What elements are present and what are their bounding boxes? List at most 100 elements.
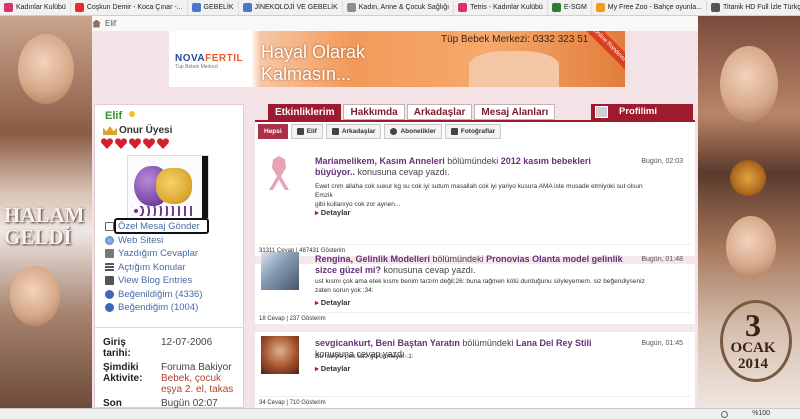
activity-topic-link[interactable]: Lana Del Rey Stili xyxy=(516,338,592,348)
favicon-icon xyxy=(346,3,356,12)
profile-link[interactable]: Web Sitesi xyxy=(105,235,163,246)
activity-filters: Hepsi Elif Arkadaşlar Abonelikler Fotoğrafla… xyxy=(258,124,504,139)
left-banner-ad[interactable]: HALAM GELDİ xyxy=(0,16,92,408)
profile-name[interactable]: Elif xyxy=(105,110,122,122)
profile-tabs: Etkinliklerim Hakkımda Arkadaşlar Mesaj Ala… xyxy=(268,104,557,120)
bookmark-label: GEBELİK xyxy=(203,4,234,11)
bookmarks-bar: Kadınlar Kulübü Coşkun Demir - Koca Çınar… xyxy=(0,0,800,16)
activity-text: bölümündeki xyxy=(444,156,501,166)
profile-link[interactable]: Beğenildiğim (4336) xyxy=(105,289,203,300)
activity-forum-link[interactable]: Bebek, çocuk xyxy=(161,373,233,384)
heart-icon xyxy=(157,138,169,149)
tab-item[interactable]: Arkadaşlar xyxy=(406,104,473,120)
avatar[interactable] xyxy=(127,155,209,219)
right-banner-ad[interactable]: 3 OCAK 2014 xyxy=(698,16,800,408)
joined-label: Giriş tarihi: xyxy=(103,337,131,359)
ad-logo: NOVAFERTIL xyxy=(175,53,244,64)
friends-icon xyxy=(331,128,339,135)
profile-rank: Onur Üyesi xyxy=(119,125,173,136)
activity-stats: 34 Cevap | 710 Gösterim xyxy=(259,396,691,408)
bookmark-item[interactable]: GEBELİK xyxy=(188,0,239,15)
activity-time: Bugün, 02:03 xyxy=(641,158,683,165)
user-icon xyxy=(296,128,304,135)
profile-link[interactable]: Yazdığım Cevaplar xyxy=(105,248,198,259)
avatar-border xyxy=(202,156,208,218)
heart-icon xyxy=(129,138,141,149)
activity-stats: 18 Cevap | 237 Gösterim xyxy=(259,312,691,324)
banner-date: 3 OCAK 2014 xyxy=(718,300,792,382)
bookmark-label: E-SGM xyxy=(563,4,587,11)
ad-photo xyxy=(469,51,559,87)
filter-button[interactable]: Abonelikler xyxy=(384,124,442,139)
heart-icon xyxy=(143,138,155,149)
activity-forum-link-2[interactable]: eşya 2. el, takas xyxy=(161,384,233,395)
bookmark-item[interactable]: Coşkun Demir - Koca Çınar -... xyxy=(71,0,188,15)
portrait-photo xyxy=(10,266,60,326)
top-ad-banner[interactable]: NOVAFERTIL Tüp Bebek Merkezi Hayal Olara… xyxy=(169,31,625,87)
activity-item: Mariamelikem, Kasım Anneleri bölümündeki… xyxy=(255,146,695,264)
portrait-photo xyxy=(726,216,776,278)
avatar-beads xyxy=(132,206,196,216)
filter-button[interactable]: Fotoğraflar xyxy=(444,124,502,139)
portrait-photo xyxy=(18,34,74,104)
filter-button[interactable]: Arkadaşlar xyxy=(325,124,382,139)
bookmark-label: My Free Zoo - Bahçe oyunla... xyxy=(607,4,702,11)
activity-text: bölümündeki xyxy=(430,254,487,264)
user-thumbnail[interactable] xyxy=(261,252,299,290)
user-thumbnail[interactable] xyxy=(261,336,299,374)
activity-user-link[interactable]: Mariamelikem, Kasım Anneleri xyxy=(315,156,445,166)
filter-button[interactable]: Elif xyxy=(290,124,323,139)
details-link[interactable]: Detaylar xyxy=(315,364,351,373)
mail-icon xyxy=(105,222,114,231)
activity-label: Şimdiki Aktivite: xyxy=(103,362,143,384)
bookmark-item[interactable]: JİNEKOLOJİ VE GEBELİK xyxy=(239,0,343,15)
bookmark-item[interactable]: Kadınlar Kulübü xyxy=(0,0,71,15)
bookmark-item[interactable]: Titanik HD Full İzle Türkçe D... xyxy=(707,1,800,15)
profile-link[interactable]: View Blog Entries xyxy=(105,275,192,286)
heart-icon xyxy=(115,138,127,149)
filter-label: Abonelikler xyxy=(400,128,436,135)
edit-profile-button[interactable]: Profilimi Düzenle xyxy=(591,104,693,133)
activity-user-link[interactable]: sevgicankurt, Beni Baştan Yaratın xyxy=(315,338,460,348)
bookmark-item[interactable]: Kadın, Anne & Çocuk Sağlığı xyxy=(343,0,455,15)
blog-icon xyxy=(105,276,114,285)
favicon-icon xyxy=(191,3,201,12)
zoom-icon[interactable] xyxy=(721,411,728,418)
details-link[interactable]: Detaylar xyxy=(315,208,351,217)
bookmark-label: Kadın, Anne & Çocuk Sağlığı xyxy=(358,4,450,11)
tab-item[interactable]: Etkinliklerim xyxy=(268,104,342,120)
activity-value: Foruma Bakiyor Bebek, çocuk eşya 2. el, … xyxy=(161,362,234,395)
ad-corner-ribbon[interactable]: Online Randevu xyxy=(583,31,625,71)
breadcrumb-item[interactable]: Elif xyxy=(105,19,116,28)
filter-button[interactable]: Hepsi xyxy=(258,124,288,139)
photo-icon xyxy=(450,128,458,135)
activity-excerpt: ust kısmı çok ama etek kısmı benim tarzı… xyxy=(315,278,645,294)
user-thumbnail[interactable] xyxy=(261,154,299,192)
bookmark-item[interactable]: E-SGM xyxy=(548,0,592,15)
bookmark-label: Kadınlar Kulübü xyxy=(16,4,66,11)
tab-item[interactable]: Hakkımda xyxy=(343,104,405,120)
activity-text: konusuna cevap yazdı. xyxy=(381,265,476,275)
heart-icon xyxy=(105,290,114,299)
favicon-icon xyxy=(4,3,13,12)
profile-link-label: Beğenildiğim (4336) xyxy=(118,289,203,300)
zoom-level[interactable]: %100 xyxy=(752,410,770,417)
home-icon[interactable] xyxy=(92,19,101,28)
bookmark-item[interactable]: My Free Zoo - Bahçe oyunla... xyxy=(592,0,707,15)
heart-icon xyxy=(105,303,114,312)
profile-link-label: Beğendiğim (1004) xyxy=(118,302,199,313)
bookmark-label: Coşkun Demir - Koca Çınar -... xyxy=(86,4,183,11)
bookmark-item[interactable]: Tetris - Kadınlar Kulübü xyxy=(454,0,548,15)
breadcrumb: Elif xyxy=(0,16,800,31)
activity-text: bölümündeki xyxy=(459,338,516,348)
bookmark-label: JİNEKOLOJİ VE GEBELİK xyxy=(254,4,338,11)
details-link[interactable]: Detaylar xyxy=(315,298,351,307)
heart-icon xyxy=(101,138,113,149)
globe-icon xyxy=(105,236,114,245)
profile-link[interactable]: Açtığım Konular xyxy=(105,262,186,273)
profile-link[interactable]: Beğendiğim (1004) xyxy=(105,302,198,313)
ad-headline: Hayal Olarak Kalmasın... xyxy=(261,42,366,84)
filter-label: Hepsi xyxy=(264,128,282,135)
tab-item[interactable]: Mesaj Alanları xyxy=(474,104,556,120)
activity-user-link[interactable]: Rengina, Gelinlik Modelleri xyxy=(315,254,430,264)
